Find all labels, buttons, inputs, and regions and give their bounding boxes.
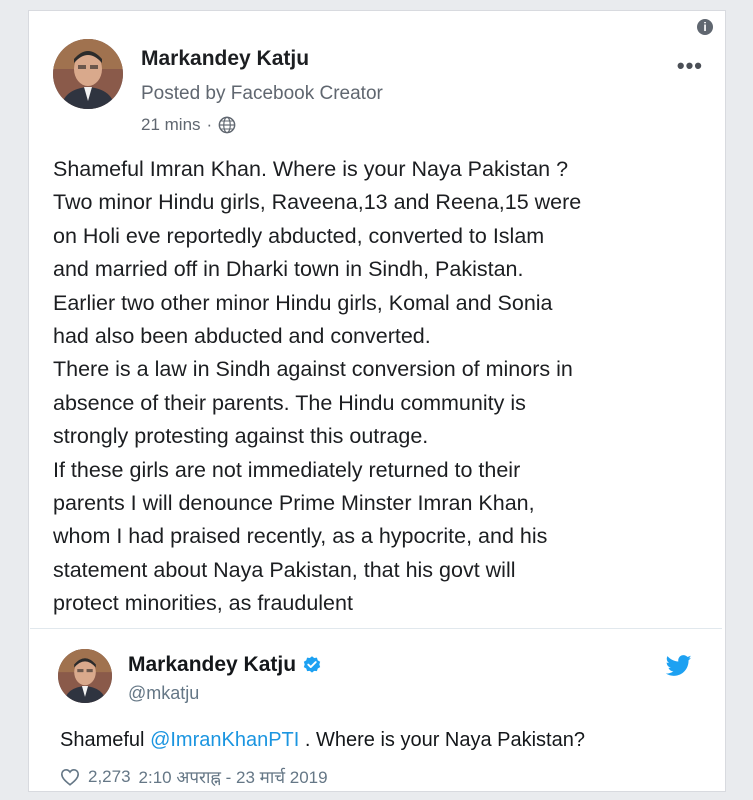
post-line: absence of their parents. The Hindu comm… — [53, 390, 526, 415]
tweet-author-avatar[interactable] — [58, 649, 112, 703]
post-line: and married off in Dharki town in Sindh,… — [53, 257, 524, 282]
post-line: whom I had praised recently, as a hypocr… — [53, 524, 548, 549]
post-line: Earlier two other minor Hindu girls, Kom… — [53, 290, 553, 315]
avatar-photo — [53, 39, 123, 109]
tweet-author-name[interactable]: Markandey Katju — [128, 653, 296, 677]
twitter-bird-icon[interactable] — [666, 655, 692, 677]
verified-badge-icon — [303, 656, 321, 673]
heart-icon[interactable] — [60, 768, 80, 786]
post-line: strongly protesting against this outrage… — [53, 424, 429, 449]
avatar-photo — [58, 649, 112, 703]
tweet-author-handle[interactable]: @mkatju — [128, 683, 199, 704]
post-body: Shameful Imran Khan. Where is your Naya … — [53, 153, 718, 621]
embedded-tweet-card[interactable]: Markandey Katju @mkatju Shameful @ImranK… — [30, 628, 722, 789]
post-line: parents I will denounce Prime Minster Im… — [53, 491, 535, 516]
tweet-footer: 2,273 2:10 अपराह्न - 23 मार्च 2019 — [60, 765, 328, 788]
tweet-timestamp[interactable]: 2:10 अपराह्न - 23 मार्च 2019 — [139, 765, 328, 788]
post-line: statement about Naya Pakistan, that his … — [53, 557, 516, 582]
post-line: on Holi eve reportedly abducted, convert… — [53, 223, 545, 248]
like-count[interactable]: 2,273 — [88, 767, 131, 787]
globe-icon[interactable] — [218, 116, 236, 134]
tweet-mention-link[interactable]: @ImranKhanPTI — [150, 729, 299, 751]
tweet-text-prefix: Shameful — [60, 729, 151, 751]
info-icon[interactable]: i — [697, 19, 713, 35]
more-options-icon[interactable]: ••• — [677, 53, 703, 79]
post-line: Shameful Imran Khan. Where is your Naya … — [53, 157, 569, 181]
author-name[interactable]: Markandey Katju — [141, 47, 309, 71]
post-timestamp[interactable]: 21 mins — [141, 115, 201, 135]
post-meta: 21 mins · — [141, 115, 236, 135]
post-line: Two minor Hindu girls, Raveena,13 and Re… — [53, 190, 582, 215]
posted-by-label: Posted by Facebook Creator — [141, 83, 383, 104]
post-line: had also been abducted and converted. — [53, 324, 431, 349]
author-avatar[interactable] — [53, 39, 123, 109]
meta-separator: · — [206, 115, 213, 134]
post-line: There is a law in Sindh against conversi… — [53, 357, 573, 382]
tweet-author-name-row[interactable]: Markandey Katju — [128, 653, 322, 677]
post-line: If these girls are not immediately retur… — [53, 457, 521, 482]
tweet-text-suffix: . Where is your Naya Pakistan? — [299, 729, 585, 751]
post-line: protect minorities, as fraudulent — [53, 591, 353, 616]
tweet-text: Shameful @ImranKhanPTI . Where is your N… — [60, 729, 585, 752]
